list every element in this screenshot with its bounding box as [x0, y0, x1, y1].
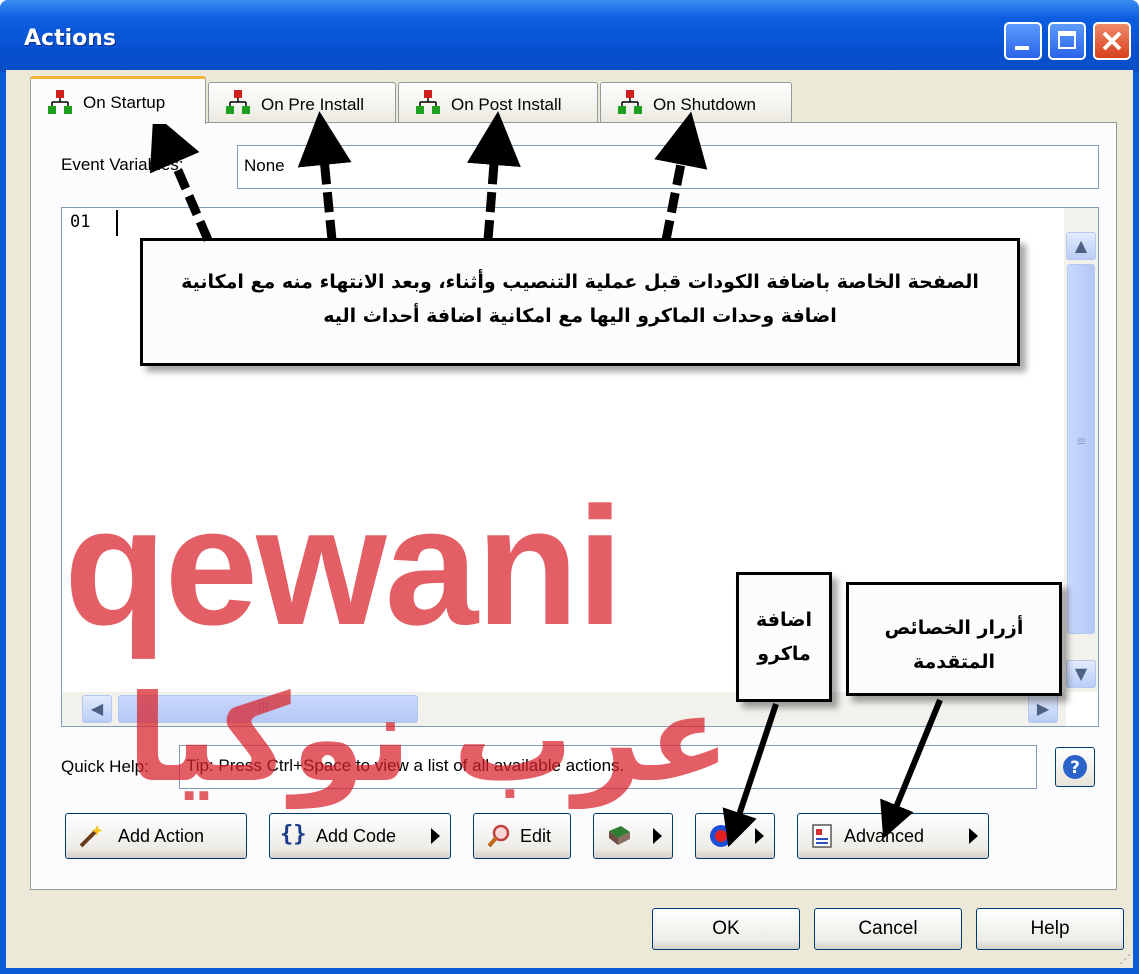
scroll-up-button[interactable]: ▲: [1066, 232, 1096, 260]
scroll-grip-icon: ≡: [1076, 434, 1087, 448]
add-code-button[interactable]: {} Add Code: [269, 813, 451, 859]
dropdown-arrow-icon: [969, 828, 978, 844]
tab-on-pre-install[interactable]: On Pre Install: [208, 82, 396, 122]
edit-label: Edit: [520, 826, 552, 846]
advanced-button[interactable]: Advanced: [797, 813, 989, 859]
add-action-label: Add Action: [118, 826, 205, 846]
help-button[interactable]: Help: [976, 908, 1124, 950]
scroll-right-button[interactable]: ▶: [1028, 695, 1058, 723]
dropdown-arrow-icon: [431, 828, 440, 844]
magic-wand-icon: [79, 825, 103, 848]
event-tree-icon: [48, 90, 72, 114]
braces-icon: {}: [280, 822, 307, 847]
event-variables-value: None: [244, 156, 285, 175]
book-icon: [609, 826, 630, 845]
close-icon: [1102, 31, 1122, 51]
annotation-advanced-line2: المتقدمة: [912, 651, 996, 673]
maximize-icon: [1058, 31, 1076, 49]
vertical-scrollbar[interactable]: ▲ ≡ ▼: [1064, 208, 1098, 692]
tab-label: On Startup: [83, 93, 166, 112]
annotation-main-text: الصفحة الخاصة باضافة الكودات قبل عملية ا…: [181, 271, 979, 327]
annotation-macro-callout: اضافة ماكرو: [736, 572, 832, 702]
tab-label: On Pre Install: [261, 95, 364, 114]
quick-help-button[interactable]: ?: [1055, 747, 1095, 787]
add-code-label: Add Code: [316, 826, 397, 846]
resize-grip-icon[interactable]: ⋰: [1119, 952, 1131, 966]
line-number: 01: [70, 212, 91, 232]
advanced-label: Advanced: [844, 826, 925, 846]
record-icon: [710, 825, 732, 847]
record-macro-button[interactable]: [695, 813, 775, 859]
edit-button[interactable]: Edit: [473, 813, 571, 859]
watermark-latin: qewani: [64, 472, 623, 660]
dropdown-arrow-icon: [755, 828, 764, 844]
tab-on-post-install[interactable]: On Post Install: [398, 82, 598, 122]
minimize-button[interactable]: [1004, 22, 1042, 60]
annotation-main-callout: الصفحة الخاصة باضافة الكودات قبل عملية ا…: [140, 238, 1020, 366]
event-tree-icon: [416, 90, 440, 114]
tab-label: On Shutdown: [653, 95, 757, 114]
annotation-macro-line2: ماكرو: [757, 643, 811, 665]
close-button[interactable]: [1093, 22, 1131, 60]
scroll-down-button[interactable]: ▼: [1066, 660, 1096, 688]
tab-on-startup[interactable]: On Startup: [30, 76, 206, 124]
help-question-icon: ?: [1063, 755, 1087, 779]
minimize-icon: [1015, 46, 1029, 50]
annotation-advanced-callout: أزرار الخصائص المتقدمة: [846, 582, 1062, 696]
cancel-button[interactable]: Cancel: [814, 908, 962, 950]
event-variables-label: Event Variables:: [61, 155, 184, 174]
tab-on-shutdown[interactable]: On Shutdown: [600, 82, 792, 122]
title-bar[interactable]: Actions: [0, 0, 1139, 72]
tab-label: On Post Install: [451, 95, 562, 114]
properties-icon: [812, 824, 832, 848]
dropdown-arrow-icon: [653, 828, 662, 844]
maximize-button[interactable]: [1048, 22, 1086, 60]
text-caret: [116, 210, 118, 236]
annotation-macro-line1: اضافة: [756, 609, 812, 631]
window-title: Actions: [24, 26, 116, 51]
watermark-arabic: عرب نوكيا: [126, 670, 730, 809]
ok-button[interactable]: OK: [652, 908, 800, 950]
vertical-scroll-thumb[interactable]: [1067, 264, 1095, 634]
annotation-advanced-line1: أزرار الخصائص: [884, 617, 1024, 639]
script-library-button[interactable]: [593, 813, 673, 859]
event-variables-field[interactable]: None: [237, 145, 1099, 189]
magnifier-icon: [487, 824, 510, 848]
event-tree-icon: [618, 90, 642, 114]
svg-text:?: ?: [1070, 758, 1080, 778]
event-tree-icon: [226, 90, 250, 114]
add-action-button[interactable]: Add Action: [65, 813, 247, 859]
